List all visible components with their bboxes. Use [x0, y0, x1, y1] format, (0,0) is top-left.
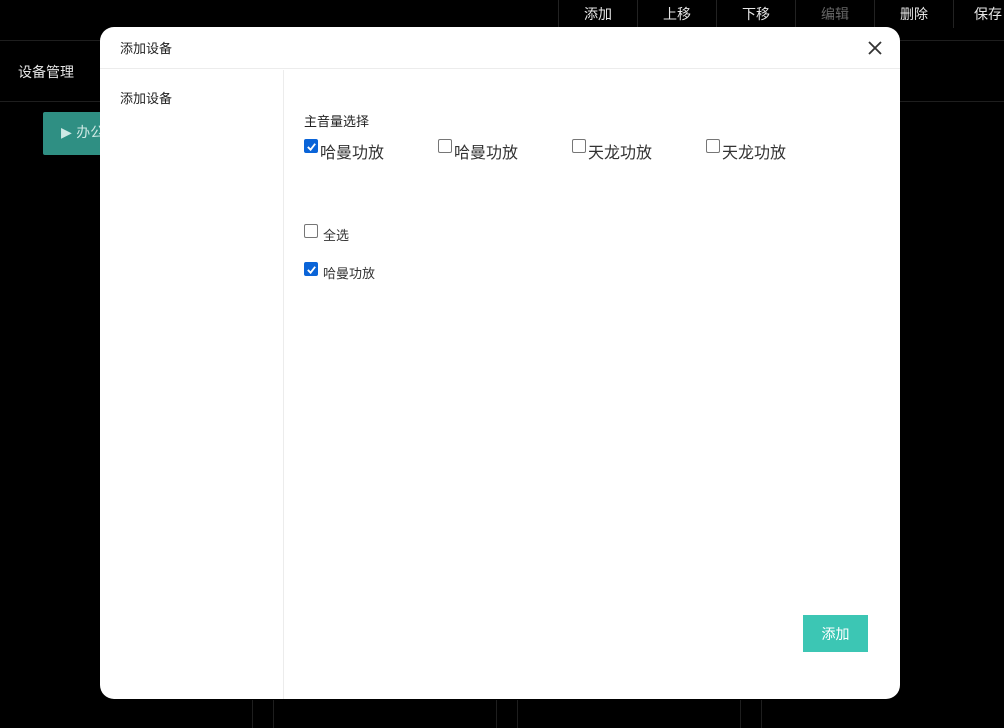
option-harman-1[interactable]: 哈曼功放: [304, 136, 438, 163]
bg-divider: [761, 700, 762, 728]
checkbox[interactable]: [572, 139, 586, 153]
move-down-button[interactable]: 下移: [717, 0, 796, 28]
select-all-label: 全选: [323, 229, 350, 244]
checkbox-checked[interactable]: [304, 262, 318, 276]
select-all-checkbox[interactable]: 全选: [304, 221, 349, 244]
add-button[interactable]: 添加: [803, 615, 868, 652]
bg-divider: [252, 700, 253, 728]
add-device-modal: 添加设备 添加设备 主音量选择 哈曼功放 哈曼功放 天龙功放 天龙功放 全选 哈…: [100, 27, 900, 699]
add-toolbar-button[interactable]: 添加: [559, 0, 638, 28]
option-label: 哈曼功放: [320, 143, 385, 162]
modal-sidebar: 添加设备: [100, 70, 284, 699]
option-harman-2[interactable]: 哈曼功放: [438, 136, 572, 163]
move-up-button[interactable]: 上移: [638, 0, 717, 28]
sidebar-item-add-device[interactable]: 添加设备: [120, 88, 172, 107]
bg-divider: [273, 700, 274, 728]
option-denon-2[interactable]: 天龙功放: [706, 136, 840, 163]
bg-divider: [517, 700, 518, 728]
option-label: 哈曼功放: [454, 143, 519, 162]
option-label: 天龙功放: [588, 143, 653, 162]
option-label: 天龙功放: [722, 143, 787, 162]
bg-divider: [496, 700, 497, 728]
page-title: 设备管理: [18, 65, 74, 81]
selected-device-label: 哈曼功放: [323, 267, 376, 282]
modal-content: 主音量选择 哈曼功放 哈曼功放 天龙功放 天龙功放 全选 哈曼功放 添加: [284, 70, 900, 699]
selected-device-checkbox[interactable]: 哈曼功放: [304, 259, 375, 282]
save-button[interactable]: 保存: [954, 0, 1004, 28]
checkbox[interactable]: [304, 224, 318, 238]
option-denon-1[interactable]: 天龙功放: [572, 136, 706, 163]
toolbar: 添加 上移 下移 编辑 删除 保存: [558, 0, 1004, 28]
edit-button[interactable]: 编辑: [796, 0, 875, 28]
checkbox[interactable]: [706, 139, 720, 153]
checkbox[interactable]: [438, 139, 452, 153]
modal-title: 添加设备: [120, 42, 173, 57]
master-volume-options: 哈曼功放 哈曼功放 天龙功放 天龙功放: [304, 136, 840, 163]
bg-divider: [740, 700, 741, 728]
checkbox-checked[interactable]: [304, 139, 318, 153]
section-label: 主音量选择: [304, 115, 370, 130]
close-icon[interactable]: [866, 39, 884, 57]
delete-button[interactable]: 删除: [875, 0, 954, 28]
modal-header: 添加设备: [100, 27, 900, 69]
